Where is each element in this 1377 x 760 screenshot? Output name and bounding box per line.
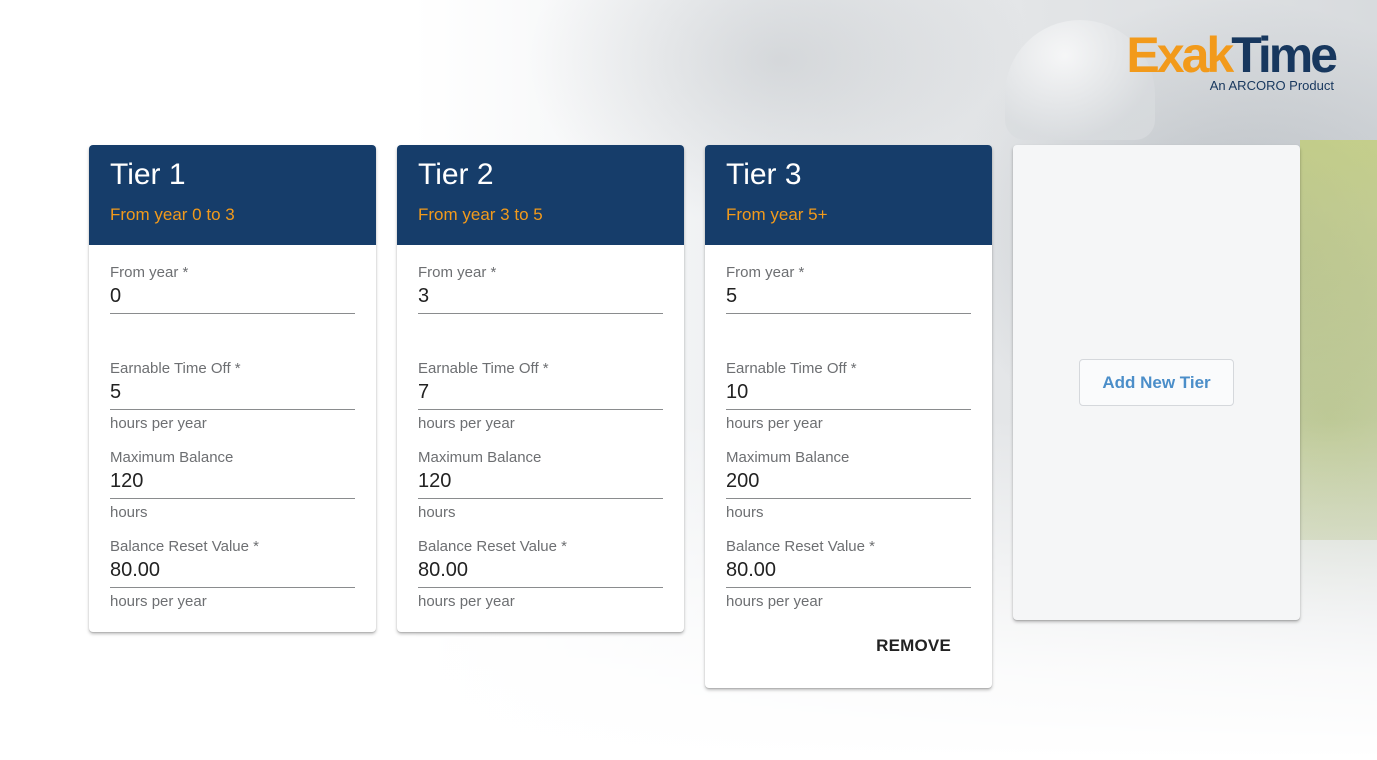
earnable-time-off-label: Earnable Time Off * — [110, 360, 241, 377]
tier-card-2: Tier 2 From year 3 to 5 From year * 3 Ea… — [397, 145, 684, 632]
tier-card-3: Tier 3 From year 5+ From year * 5 Earnab… — [705, 145, 992, 688]
earnable-time-off-label: Earnable Time Off * — [418, 360, 549, 377]
earnable-time-off-helper: hours per year — [110, 415, 207, 432]
field-underline — [726, 409, 971, 410]
balance-reset-helper: hours per year — [418, 593, 515, 610]
earnable-time-off-helper: hours per year — [418, 415, 515, 432]
balance-reset-field[interactable]: Balance Reset Value * 80.00 hours per ye… — [418, 537, 663, 612]
field-underline — [418, 409, 663, 410]
earnable-time-off-field[interactable]: Earnable Time Off * 7 hours per year — [418, 359, 663, 434]
earnable-time-off-field[interactable]: Earnable Time Off * 10 hours per year — [726, 359, 971, 434]
from-year-label: From year * — [726, 264, 805, 281]
from-year-field[interactable]: From year * 3 — [418, 263, 663, 314]
maximum-balance-helper: hours — [418, 504, 456, 521]
balance-reset-helper: hours per year — [726, 593, 823, 610]
balance-reset-label: Balance Reset Value * — [110, 538, 259, 555]
earnable-time-off-input[interactable]: 5 — [110, 379, 355, 406]
field-underline — [418, 498, 663, 499]
balance-reset-input[interactable]: 80.00 — [418, 557, 663, 584]
add-new-tier-button[interactable]: Add New Tier — [1079, 359, 1234, 406]
remove-tier-button[interactable]: REMOVE — [876, 636, 951, 655]
balance-reset-field[interactable]: Balance Reset Value * 80.00 hours per ye… — [726, 537, 971, 612]
tier-range: From year 3 to 5 — [418, 205, 543, 224]
maximum-balance-field[interactable]: Maximum Balance 200 hours — [726, 448, 971, 523]
add-tier-card: Add New Tier — [1013, 145, 1300, 620]
earnable-time-off-input[interactable]: 10 — [726, 379, 971, 406]
from-year-label: From year * — [110, 264, 189, 281]
tier-title: Tier 3 — [726, 158, 802, 191]
balance-reset-input[interactable]: 80.00 — [726, 557, 971, 584]
maximum-balance-label: Maximum Balance — [418, 449, 542, 466]
field-underline — [726, 587, 971, 588]
field-underline — [418, 587, 663, 588]
field-underline — [110, 587, 355, 588]
tier-range: From year 0 to 3 — [110, 205, 235, 224]
balance-reset-helper: hours per year — [110, 593, 207, 610]
balance-reset-label: Balance Reset Value * — [418, 538, 567, 555]
balance-reset-label: Balance Reset Value * — [726, 538, 875, 555]
logo-wordmark: ExakTime — [1093, 27, 1338, 83]
earnable-time-off-label: Earnable Time Off * — [726, 360, 857, 377]
from-year-field[interactable]: From year * 5 — [726, 263, 971, 314]
tier-card-header: Tier 3 From year 5+ — [705, 145, 992, 245]
maximum-balance-label: Maximum Balance — [110, 449, 234, 466]
maximum-balance-input[interactable]: 200 — [726, 468, 971, 495]
tier-card-header: Tier 1 From year 0 to 3 — [89, 145, 376, 245]
maximum-balance-input[interactable]: 120 — [418, 468, 663, 495]
maximum-balance-label: Maximum Balance — [726, 449, 850, 466]
earnable-time-off-input[interactable]: 7 — [418, 379, 663, 406]
from-year-label: From year * — [418, 264, 497, 281]
from-year-input[interactable]: 0 — [110, 283, 355, 310]
maximum-balance-helper: hours — [726, 504, 764, 521]
tier-title: Tier 1 — [110, 158, 186, 191]
background-safety-vest — [1300, 140, 1377, 540]
tier-title: Tier 2 — [418, 158, 494, 191]
balance-reset-field[interactable]: Balance Reset Value * 80.00 hours per ye… — [110, 537, 355, 612]
earnable-time-off-helper: hours per year — [726, 415, 823, 432]
from-year-field[interactable]: From year * 0 — [110, 263, 355, 314]
logo-exak: Exak — [1126, 27, 1234, 83]
earnable-time-off-field[interactable]: Earnable Time Off * 5 hours per year — [110, 359, 355, 434]
field-underline — [726, 498, 971, 499]
from-year-input[interactable]: 3 — [418, 283, 663, 310]
field-underline — [418, 313, 663, 314]
maximum-balance-field[interactable]: Maximum Balance 120 hours — [110, 448, 355, 523]
from-year-input[interactable]: 5 — [726, 283, 971, 310]
tier-card-header: Tier 2 From year 3 to 5 — [397, 145, 684, 245]
tier-range: From year 5+ — [726, 205, 828, 224]
maximum-balance-helper: hours — [110, 504, 148, 521]
tier-card-1: Tier 1 From year 0 to 3 From year * 0 Ea… — [89, 145, 376, 632]
field-underline — [726, 313, 971, 314]
logo-time: Time — [1231, 27, 1338, 83]
exaktime-logo: ExakTime An ARCORO Product — [1093, 27, 1338, 93]
field-underline — [110, 498, 355, 499]
field-underline — [110, 313, 355, 314]
balance-reset-input[interactable]: 80.00 — [110, 557, 355, 584]
maximum-balance-input[interactable]: 120 — [110, 468, 355, 495]
maximum-balance-field[interactable]: Maximum Balance 120 hours — [418, 448, 663, 523]
field-underline — [110, 409, 355, 410]
